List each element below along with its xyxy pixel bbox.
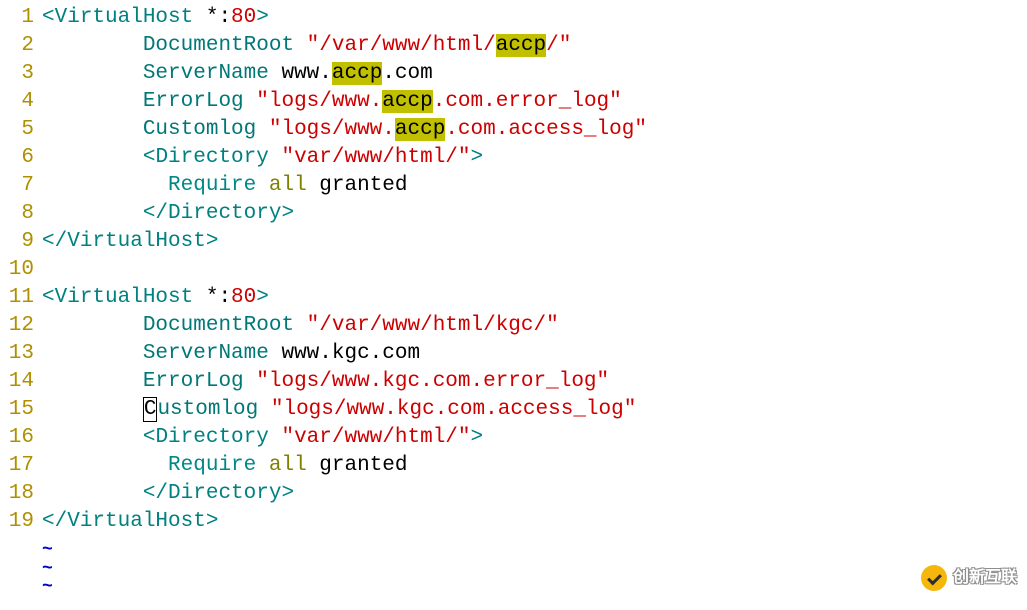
code-line: ServerName www.kgc.com (42, 340, 1027, 368)
line-number: 11 (0, 284, 34, 312)
line-number: 4 (0, 88, 34, 116)
check-icon (921, 565, 947, 591)
line-number: 9 (0, 228, 34, 256)
line-number: 12 (0, 312, 34, 340)
code-line (42, 256, 1027, 284)
search-highlight: accp (496, 34, 546, 57)
code-line: </Directory> (42, 480, 1027, 508)
code-line: ErrorLog "logs/www.accp.com.error_log" (42, 88, 1027, 116)
line-number: 19 (0, 508, 34, 536)
line-number: 17 (0, 452, 34, 480)
code-line: DocumentRoot "/var/www/html/accp/" (42, 32, 1027, 60)
code-line: </VirtualHost> (42, 508, 1027, 536)
code-line: ServerName www.accp.com (42, 60, 1027, 88)
line-number: 10 (0, 256, 34, 284)
code-line: ErrorLog "logs/www.kgc.com.error_log" (42, 368, 1027, 396)
code-line: </Directory> (42, 200, 1027, 228)
line-number: 1 (0, 4, 34, 32)
code-line: <VirtualHost *:80> (42, 4, 1027, 32)
line-number: 18 (0, 480, 34, 508)
line-number: 16 (0, 424, 34, 452)
line-number: 14 (0, 368, 34, 396)
code-line: Customlog "logs/www.accp.com.access_log" (42, 116, 1027, 144)
line-number: 7 (0, 172, 34, 200)
code-editor[interactable]: 1 2 3 4 5 6 7 8 9 10 11 12 13 14 15 16 1… (0, 0, 1027, 592)
code-line: <VirtualHost *:80> (42, 284, 1027, 312)
search-highlight: accp (382, 90, 432, 113)
code-line: <Directory "var/www/html/"> (42, 144, 1027, 172)
tilde-icon: ~ (42, 536, 1027, 555)
watermark: 创新互联 (921, 564, 1017, 592)
code-line: </VirtualHost> (42, 228, 1027, 256)
line-number: 6 (0, 144, 34, 172)
code-line: Require all granted (42, 172, 1027, 200)
tilde-icon: ~ (42, 573, 1027, 592)
line-number: 8 (0, 200, 34, 228)
line-number: 5 (0, 116, 34, 144)
tilde-icon: ~ (42, 555, 1027, 574)
search-highlight: accp (332, 62, 382, 85)
code-line: <Directory "var/www/html/"> (42, 424, 1027, 452)
search-highlight: accp (395, 118, 445, 141)
line-number: 13 (0, 340, 34, 368)
code-line: DocumentRoot "/var/www/html/kgc/" (42, 312, 1027, 340)
code-line: Customlog "logs/www.kgc.com.access_log" (42, 396, 1027, 424)
code-line: Require all granted (42, 452, 1027, 480)
empty-lines: ~ ~ ~ (42, 536, 1027, 592)
text-cursor: C (143, 397, 158, 422)
line-number: 3 (0, 60, 34, 88)
code-body[interactable]: <VirtualHost *:80> DocumentRoot "/var/ww… (42, 4, 1027, 592)
line-number: 15 (0, 396, 34, 424)
line-number: 2 (0, 32, 34, 60)
line-number-gutter: 1 2 3 4 5 6 7 8 9 10 11 12 13 14 15 16 1… (0, 4, 42, 592)
watermark-text: 创新互联 (953, 564, 1017, 592)
